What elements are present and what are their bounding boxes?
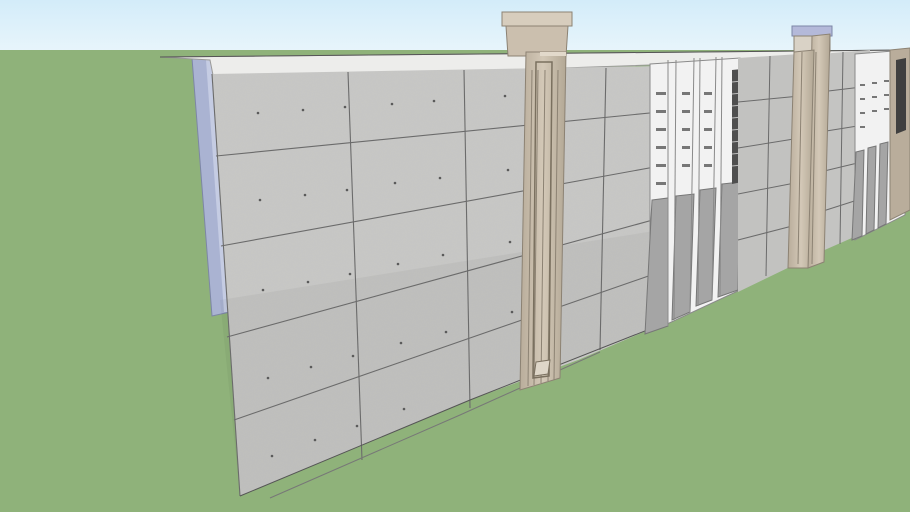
sky	[0, 0, 910, 52]
pillar-main-cap	[501, 11, 573, 27]
louver-panel-2	[851, 47, 910, 241]
wall-model-scene	[0, 0, 910, 512]
viewport-3d[interactable]	[0, 0, 910, 512]
